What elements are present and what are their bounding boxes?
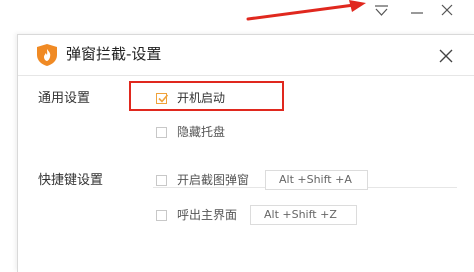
dialog-title: 弹窗拦截-设置	[66, 45, 162, 63]
screenshot-popup-option[interactable]: 开启截图弹窗	[156, 170, 249, 190]
dialog-header: 弹窗拦截-设置	[18, 35, 474, 76]
hotkey-settings-label: 快捷键设置	[38, 173, 104, 188]
autostart-checkbox[interactable]	[156, 92, 169, 104]
shield-logo-icon	[37, 44, 57, 66]
screenshot-popup-hotkey-field[interactable]: Alt +Shift +A	[265, 170, 368, 190]
close-icon[interactable]	[436, 46, 456, 66]
hide-tray-option[interactable]: 隐藏托盘	[156, 122, 225, 142]
settings-dialog: 弹窗拦截-设置 通用设置 开机启动 隐藏托盘 快捷键设置 开启截图弹窗 Alt …	[17, 34, 474, 272]
main-window-checkbox[interactable]	[156, 209, 167, 221]
general-settings-label: 通用设置	[38, 91, 91, 106]
main-window-label: 呼出主界面	[177, 208, 238, 222]
main-window-option[interactable]: 呼出主界面	[156, 205, 237, 225]
main-window-hotkey-field[interactable]: Alt +Shift +Z	[250, 205, 357, 225]
autostart-label: 开机启动	[177, 91, 226, 105]
parent-close-icon[interactable]	[434, 0, 460, 26]
dropdown-menu-icon[interactable]	[369, 0, 395, 26]
screenshot-popup-label: 开启截图弹窗	[177, 173, 250, 187]
parent-title-bar	[0, 0, 474, 28]
checkmark-icon	[158, 93, 169, 103]
hide-tray-checkbox[interactable]	[156, 126, 167, 138]
minimize-icon[interactable]	[404, 0, 430, 26]
screenshot-popup-checkbox[interactable]	[156, 174, 167, 186]
autostart-option[interactable]: 开机启动	[156, 88, 225, 108]
hide-tray-label: 隐藏托盘	[177, 125, 226, 139]
